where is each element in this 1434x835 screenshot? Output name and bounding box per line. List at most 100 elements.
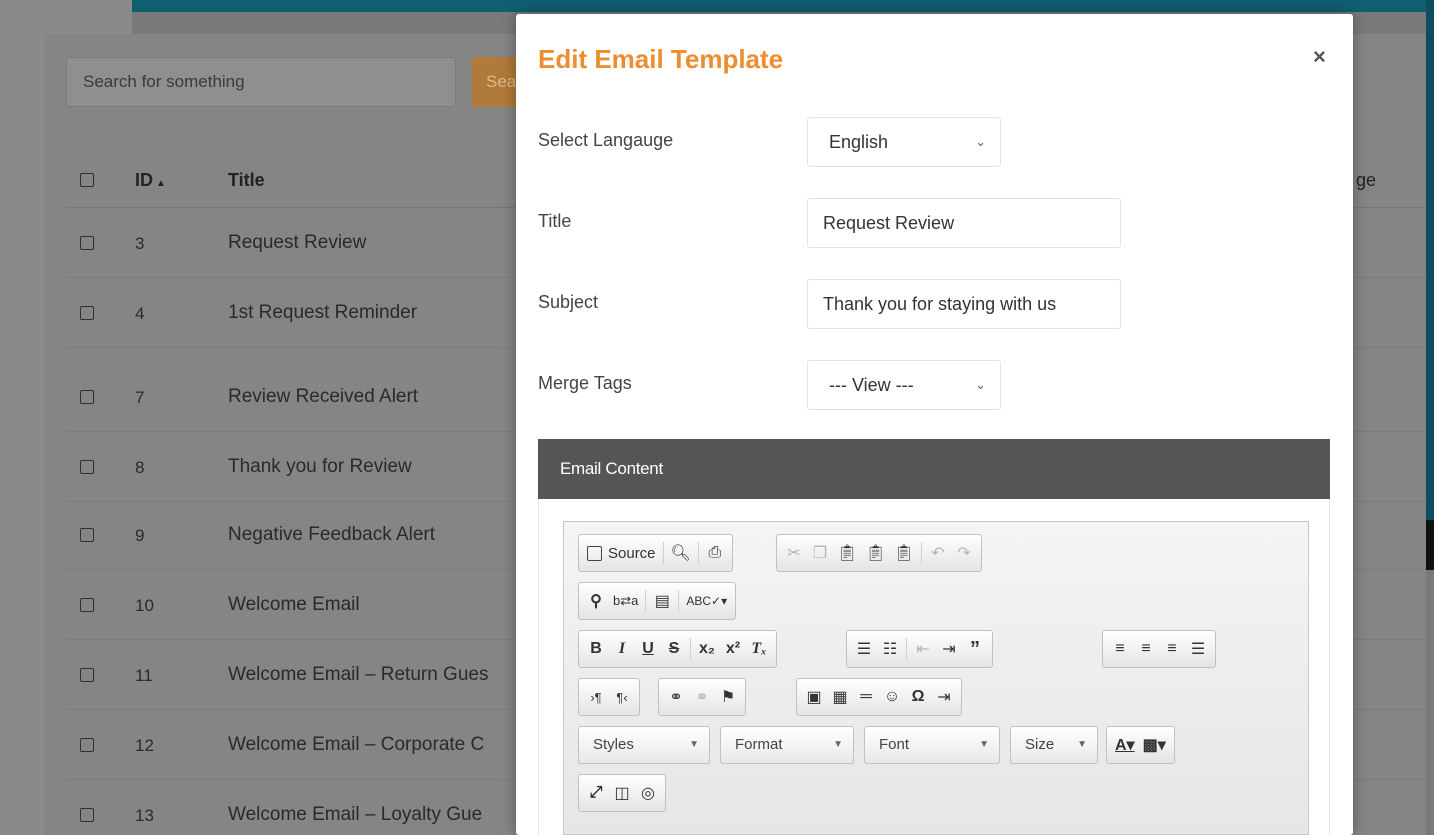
format-dropdown[interactable]: Format ▼ <box>720 726 854 764</box>
link-icon[interactable]: ⚭ <box>663 683 689 711</box>
superscript-icon[interactable]: x² <box>720 635 746 663</box>
email-content-body: Source 🔍︎ ⎙ ✂ ❐ 📋︎ 📋︎ 📋︎ ↶ ↷ ⚲ b⇄a ▤ ABC… <box>538 499 1330 835</box>
top-header-band <box>132 0 1434 12</box>
row-id: 3 <box>135 234 145 253</box>
unlink-icon[interactable]: ⚭ <box>689 683 715 711</box>
text-direction-ltr-icon[interactable]: ›¶ <box>583 683 609 711</box>
toolbar-tools-group: ⤢ ◫ ◎ <box>578 774 666 812</box>
special-char-icon[interactable]: Ω <box>905 683 931 711</box>
row-checkbox[interactable] <box>80 390 94 404</box>
replace-icon[interactable]: b⇄a <box>609 587 642 615</box>
remove-format-icon[interactable]: Tₓ <box>746 635 772 663</box>
column-header-id[interactable]: ID ▲ <box>135 170 166 191</box>
merge-tags-select[interactable]: --- View --- ⌄ <box>807 360 1001 410</box>
row-checkbox[interactable] <box>80 808 94 822</box>
indent-icon[interactable]: ⇥ <box>936 635 962 663</box>
smiley-icon[interactable]: ☺ <box>879 683 905 711</box>
italic-icon[interactable]: I <box>609 635 635 663</box>
background-color-icon[interactable]: ▩▾ <box>1139 731 1170 759</box>
copy-icon[interactable]: ❐ <box>807 539 833 567</box>
title-input[interactable]: Request Review <box>807 198 1121 248</box>
preview-icon[interactable]: 🔍︎ <box>667 539 695 567</box>
align-left-icon[interactable]: ≡ <box>1107 635 1133 663</box>
row-title: Review Received Alert <box>228 386 419 407</box>
chevron-down-icon: ⌄ <box>975 134 986 149</box>
styles-dropdown[interactable]: Styles ▼ <box>578 726 710 764</box>
row-id: 4 <box>135 304 145 323</box>
table-icon[interactable]: ▦ <box>827 683 853 711</box>
row-title: 1st Request Reminder <box>228 302 418 323</box>
show-blocks-icon[interactable]: ◫ <box>609 779 635 807</box>
globe-icon[interactable]: ◎ <box>635 779 661 807</box>
paste-icon[interactable]: 📋︎ <box>833 539 861 567</box>
image-icon[interactable]: ▣ <box>801 683 827 711</box>
paste-word-icon[interactable]: 📋︎ <box>890 539 918 567</box>
page-break-icon[interactable]: ⇥ <box>931 683 957 711</box>
align-right-icon[interactable]: ≡ <box>1159 635 1185 663</box>
column-header-partial[interactable]: ge <box>1356 170 1376 191</box>
numbered-list-icon[interactable]: ☰ <box>851 635 877 663</box>
row-checkbox[interactable] <box>80 668 94 682</box>
rich-text-editor[interactable]: Source 🔍︎ ⎙ ✂ ❐ 📋︎ 📋︎ 📋︎ ↶ ↷ ⚲ b⇄a ▤ ABC… <box>563 521 1309 835</box>
horizontal-rule-icon[interactable]: ═ <box>853 683 879 711</box>
source-button[interactable]: Source <box>583 539 660 567</box>
text-direction-rtl-icon[interactable]: ¶‹ <box>609 683 635 711</box>
language-select[interactable]: English ⌄ <box>807 117 1001 167</box>
chevron-down-icon: ⌄ <box>975 377 986 392</box>
size-dropdown[interactable]: Size ▼ <box>1010 726 1098 764</box>
toolbar-editing-group: ⚲ b⇄a ▤ ABC✓▾ <box>578 582 737 620</box>
anchor-flag-icon[interactable]: ⚑ <box>715 683 741 711</box>
row-id: 13 <box>135 806 154 825</box>
column-header-title[interactable]: Title <box>228 170 265 191</box>
row-title: Welcome Email – Loyalty Gue <box>228 804 483 825</box>
row-checkbox[interactable] <box>80 306 94 320</box>
subscript-icon[interactable]: x₂ <box>694 635 720 663</box>
row-id: 7 <box>135 388 145 407</box>
align-center-icon[interactable]: ≡ <box>1133 635 1159 663</box>
email-content-header: Email Content <box>538 439 1330 499</box>
cut-icon[interactable]: ✂ <box>781 539 807 567</box>
paste-text-icon[interactable]: 📋︎ <box>861 539 889 567</box>
undo-icon[interactable]: ↶ <box>925 539 951 567</box>
sort-asc-icon: ▲ <box>156 178 166 189</box>
redo-icon[interactable]: ↷ <box>951 539 977 567</box>
caret-down-icon: ▼ <box>689 739 699 750</box>
select-all-icon[interactable]: ▤ <box>649 587 675 615</box>
title-label: Title <box>538 211 572 231</box>
language-label: Select Langauge <box>538 130 674 150</box>
strikethrough-icon[interactable]: S <box>661 635 687 663</box>
blockquote-icon[interactable]: ” <box>962 635 988 663</box>
row-checkbox[interactable] <box>80 236 94 250</box>
font-dropdown[interactable]: Font ▼ <box>864 726 1000 764</box>
row-checkbox[interactable] <box>80 460 94 474</box>
modal-title: Edit Email Template <box>538 44 784 74</box>
print-icon[interactable]: ⎙ <box>702 539 728 567</box>
bold-icon[interactable]: B <box>583 635 609 663</box>
subject-input[interactable]: Thank you for staying with us <box>807 279 1121 329</box>
row-title: Thank you for Review <box>228 456 412 477</box>
close-icon[interactable]: × <box>1313 44 1326 70</box>
maximize-icon[interactable]: ⤢ <box>583 779 609 807</box>
search-input[interactable]: Search for something <box>66 57 456 107</box>
toolbar-colors-group: A▾ ▩▾ <box>1106 726 1175 764</box>
toolbar-paragraph-group: ☰ ☷ ⇤ ⇥ ” <box>846 630 993 668</box>
row-checkbox[interactable] <box>80 598 94 612</box>
toolbar-align-group: ≡ ≡ ≡ ☰ <box>1102 630 1216 668</box>
row-id: 11 <box>135 666 153 685</box>
underline-icon[interactable]: U <box>635 635 661 663</box>
find-icon[interactable]: ⚲ <box>583 587 609 615</box>
bulleted-list-icon[interactable]: ☷ <box>877 635 903 663</box>
select-all-checkbox[interactable] <box>80 173 94 187</box>
toolbar-clipboard-group: ✂ ❐ 📋︎ 📋︎ 📋︎ ↶ ↷ <box>776 534 982 572</box>
text-color-icon[interactable]: A▾ <box>1111 731 1139 759</box>
outdent-icon[interactable]: ⇤ <box>910 635 936 663</box>
row-title: Request Review <box>228 232 367 253</box>
row-checkbox[interactable] <box>80 528 94 542</box>
toolbar-basicstyles-group: B I U S x₂ x² Tₓ <box>578 630 777 668</box>
right-edge-dark-block <box>1426 520 1434 570</box>
subject-label: Subject <box>538 292 599 312</box>
row-checkbox[interactable] <box>80 738 94 752</box>
toolbar-bidi-group: ›¶ ¶‹ <box>578 678 640 716</box>
spellcheck-icon[interactable]: ABC✓▾ <box>682 587 731 615</box>
align-justify-icon[interactable]: ☰ <box>1185 635 1211 663</box>
